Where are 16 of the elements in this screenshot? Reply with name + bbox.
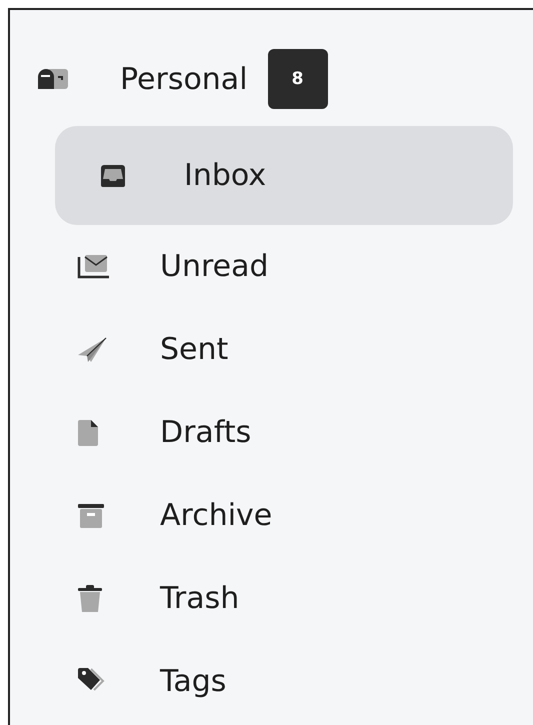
trash-can-icon (77, 584, 103, 614)
count-badge: 8 (268, 49, 328, 109)
envelope-icon (77, 254, 109, 280)
mailbox-icon (37, 67, 69, 91)
folder-item[interactable]: Tags (37, 640, 513, 723)
document-icon (77, 418, 99, 446)
account-label[interactable]: Personal (120, 62, 248, 96)
folder-item[interactable]: Sent (37, 308, 513, 391)
archive-box-icon (77, 502, 105, 528)
folder-item[interactable]: Unread (37, 225, 513, 308)
folder-item[interactable]: Inbox (55, 126, 513, 225)
inbox-tray-icon (99, 164, 127, 188)
folder-item[interactable]: Drafts (37, 391, 513, 474)
folder-item[interactable]: Archive (37, 474, 513, 557)
folder-item[interactable]: Trash (37, 557, 513, 640)
paper-plane-icon (77, 336, 107, 362)
